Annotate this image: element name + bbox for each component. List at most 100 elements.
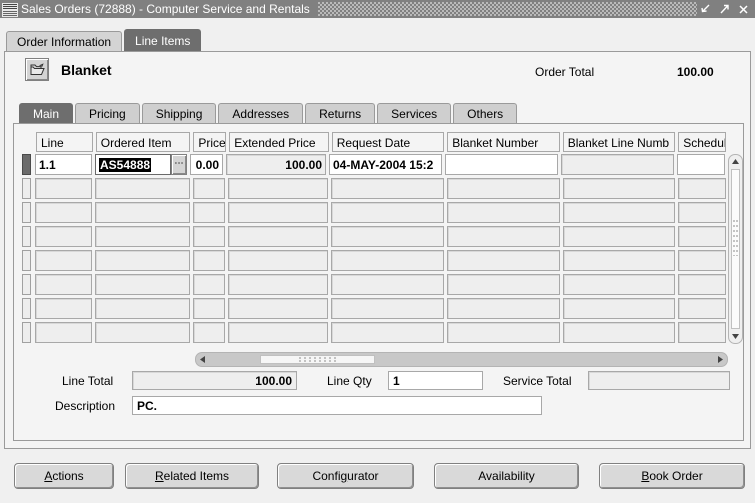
cell-request-date[interactable]: 04-MAY-2004 15:2 — [329, 154, 442, 175]
tab-pricing[interactable]: Pricing — [75, 103, 140, 124]
table-row[interactable] — [22, 178, 729, 202]
tab-services[interactable]: Services — [377, 103, 452, 124]
cell-price[interactable]: 0.00 — [190, 154, 223, 175]
cell-blanket-line-number[interactable] — [562, 202, 676, 223]
cell-price[interactable] — [192, 250, 226, 271]
cell-line[interactable] — [35, 226, 92, 247]
cell-blanket-line-number[interactable] — [562, 226, 676, 247]
cell-ordered-item[interactable]: AS54888 — [95, 154, 171, 175]
record-indicator[interactable] — [22, 322, 31, 343]
cell-ordered-item[interactable] — [94, 226, 190, 247]
table-row[interactable] — [22, 322, 729, 344]
column-header-request-date[interactable]: Request Date — [331, 132, 445, 152]
cell-schedule[interactable] — [678, 226, 727, 247]
column-header-ordered-item[interactable]: Ordered Item — [95, 132, 191, 152]
cell-request-date[interactable] — [331, 250, 444, 271]
cell-blanket-number[interactable] — [446, 226, 560, 247]
table-row[interactable] — [22, 202, 729, 226]
tab-line-items[interactable]: Line Items — [124, 29, 202, 52]
cell-extended-price[interactable] — [228, 202, 329, 223]
cell-extended-price[interactable] — [228, 226, 329, 247]
column-header-price[interactable]: Price — [193, 132, 227, 152]
column-header-line[interactable]: Line — [36, 132, 93, 152]
cell-price[interactable] — [192, 178, 226, 199]
cell-blanket-number[interactable] — [446, 298, 560, 319]
table-row[interactable] — [22, 274, 729, 298]
cell-blanket-number[interactable] — [445, 154, 558, 175]
cell-extended-price[interactable] — [228, 178, 329, 199]
cell-blanket-number[interactable] — [446, 274, 560, 295]
cell-ordered-item[interactable] — [94, 298, 190, 319]
cell-extended-price[interactable] — [228, 274, 329, 295]
scroll-right-arrow-icon[interactable] — [715, 354, 726, 365]
grid-vertical-scrollbar[interactable] — [728, 154, 743, 344]
cell-schedule[interactable] — [678, 274, 727, 295]
maximize-button[interactable] — [718, 3, 731, 16]
cell-request-date[interactable] — [331, 178, 444, 199]
close-button[interactable] — [737, 3, 750, 16]
record-indicator[interactable] — [22, 298, 31, 319]
cell-extended-price[interactable] — [228, 298, 329, 319]
service-total-value[interactable] — [588, 371, 730, 390]
cell-line[interactable] — [35, 322, 92, 343]
table-row[interactable] — [22, 250, 729, 274]
cell-request-date[interactable] — [331, 298, 444, 319]
actions-button[interactable]: Actions — [14, 463, 114, 489]
cell-request-date[interactable] — [331, 274, 444, 295]
cell-blanket-line-number[interactable] — [562, 298, 676, 319]
cell-ordered-item[interactable] — [94, 322, 190, 343]
cell-line[interactable] — [35, 298, 92, 319]
scroll-up-arrow-icon[interactable] — [730, 156, 741, 167]
cell-line[interactable] — [35, 178, 92, 199]
grid-horizontal-scrollbar[interactable] — [195, 352, 728, 367]
table-row[interactable] — [22, 298, 729, 322]
cell-blanket-number[interactable] — [446, 202, 560, 223]
related-items-button[interactable]: Related Items — [125, 463, 259, 489]
table-row[interactable] — [22, 226, 729, 250]
cell-request-date[interactable] — [331, 322, 444, 343]
horizontal-scrollbar-thumb[interactable] — [260, 355, 375, 364]
book-order-button[interactable]: Book Order — [599, 463, 745, 489]
availability-button[interactable]: Availability — [434, 463, 579, 489]
cell-line[interactable] — [35, 250, 92, 271]
record-indicator[interactable] — [22, 202, 31, 223]
record-indicator[interactable] — [22, 226, 31, 247]
cell-price[interactable] — [192, 298, 226, 319]
scroll-left-arrow-icon[interactable] — [197, 354, 208, 365]
cell-schedule[interactable] — [678, 298, 727, 319]
titlebar-drag-grip[interactable] — [317, 2, 697, 16]
cell-ordered-item[interactable] — [94, 202, 190, 223]
column-header-blanket-line-number[interactable]: Blanket Line Numb — [562, 132, 676, 152]
cell-request-date[interactable] — [331, 202, 444, 223]
column-header-schedule[interactable]: Schedul — [678, 132, 726, 152]
table-row[interactable]: 1.1 AS54888 ∙∙∙ 0.00 100.00 04-MAY-2004 … — [22, 154, 729, 178]
cell-blanket-line-number[interactable] — [562, 322, 676, 343]
description-value[interactable]: PC. — [132, 396, 542, 415]
configurator-button[interactable]: Configurator — [277, 463, 414, 489]
line-qty-value[interactable]: 1 — [388, 371, 483, 390]
cell-schedule[interactable] — [677, 154, 725, 175]
tab-addresses[interactable]: Addresses — [218, 103, 304, 124]
cell-price[interactable] — [192, 202, 226, 223]
cell-blanket-line-number[interactable] — [562, 250, 676, 271]
cell-blanket-line-number[interactable] — [562, 178, 676, 199]
cell-price[interactable] — [192, 274, 226, 295]
line-total-value[interactable]: 100.00 — [132, 371, 297, 390]
cell-ordered-item[interactable] — [94, 250, 190, 271]
vertical-scrollbar-thumb[interactable] — [731, 169, 740, 329]
column-header-extended-price[interactable]: Extended Price — [229, 132, 329, 152]
cell-line[interactable] — [35, 274, 92, 295]
cell-price[interactable] — [192, 322, 226, 343]
record-indicator[interactable] — [22, 250, 31, 271]
cell-schedule[interactable] — [678, 250, 727, 271]
cell-extended-price[interactable] — [228, 250, 329, 271]
cell-line[interactable] — [35, 202, 92, 223]
cell-blanket-number[interactable] — [446, 250, 560, 271]
cell-ordered-item[interactable] — [94, 274, 190, 295]
cell-request-date[interactable] — [331, 226, 444, 247]
record-indicator[interactable] — [22, 274, 31, 295]
cell-blanket-line-number[interactable] — [561, 154, 674, 175]
tab-order-information[interactable]: Order Information — [6, 31, 123, 52]
cell-extended-price[interactable]: 100.00 — [226, 154, 326, 175]
column-header-blanket-number[interactable]: Blanket Number — [447, 132, 560, 152]
